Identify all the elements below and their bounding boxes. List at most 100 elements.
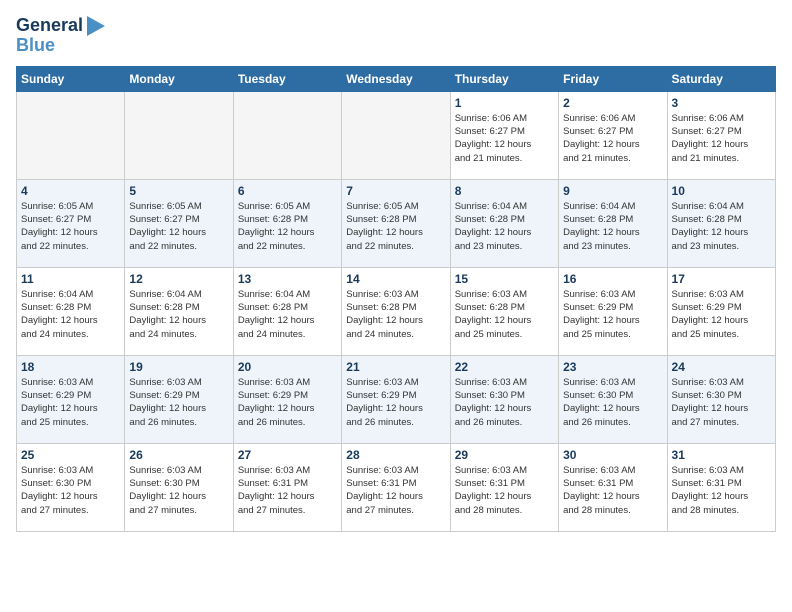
day-number: 7 [346,184,445,198]
day-info: Sunrise: 6:04 AMSunset: 6:28 PMDaylight:… [563,200,662,253]
calendar-cell: 10 Sunrise: 6:04 AMSunset: 6:28 PMDayligh… [667,179,775,267]
day-info: Sunrise: 6:04 AMSunset: 6:28 PMDaylight:… [129,288,228,341]
day-number: 12 [129,272,228,286]
day-number: 24 [672,360,771,374]
calendar-week-1: 4 Sunrise: 6:05 AMSunset: 6:27 PMDaylight… [17,179,776,267]
calendar-cell: 18 Sunrise: 6:03 AMSunset: 6:29 PMDayligh… [17,355,125,443]
day-info: Sunrise: 6:03 AMSunset: 6:29 PMDaylight:… [672,288,771,341]
calendar-cell: 22 Sunrise: 6:03 AMSunset: 6:30 PMDayligh… [450,355,558,443]
calendar-header-wednesday: Wednesday [342,66,450,91]
day-number: 18 [21,360,120,374]
day-number: 10 [672,184,771,198]
calendar-week-0: 1 Sunrise: 6:06 AMSunset: 6:27 PMDaylight… [17,91,776,179]
day-number: 23 [563,360,662,374]
calendar-cell: 24 Sunrise: 6:03 AMSunset: 6:30 PMDayligh… [667,355,775,443]
day-number: 27 [238,448,337,462]
calendar-cell: 25 Sunrise: 6:03 AMSunset: 6:30 PMDayligh… [17,443,125,531]
day-info: Sunrise: 6:03 AMSunset: 6:29 PMDaylight:… [238,376,337,429]
calendar-cell: 17Sunrise: 6:03 AMSunset: 6:29 PMDayligh… [667,267,775,355]
day-number: 20 [238,360,337,374]
day-info: Sunrise: 6:06 AMSunset: 6:27 PMDaylight:… [672,112,771,165]
day-info: Sunrise: 6:03 AMSunset: 6:30 PMDaylight:… [21,464,120,517]
calendar-cell: 30Sunrise: 6:03 AMSunset: 6:31 PMDayligh… [559,443,667,531]
day-number: 6 [238,184,337,198]
day-info: Sunrise: 6:03 AMSunset: 6:30 PMDaylight:… [455,376,554,429]
day-number: 26 [129,448,228,462]
day-info: Sunrise: 6:06 AMSunset: 6:27 PMDaylight:… [563,112,662,165]
page-header: General Blue [16,16,776,56]
day-info: Sunrise: 6:03 AMSunset: 6:28 PMDaylight:… [455,288,554,341]
day-info: Sunrise: 6:03 AMSunset: 6:30 PMDaylight:… [129,464,228,517]
calendar-cell [342,91,450,179]
day-number: 4 [21,184,120,198]
calendar-header-friday: Friday [559,66,667,91]
calendar-cell [17,91,125,179]
calendar-table: SundayMondayTuesdayWednesdayThursdayFrid… [16,66,776,532]
calendar-cell: 20 Sunrise: 6:03 AMSunset: 6:29 PMDayligh… [233,355,341,443]
calendar-header-monday: Monday [125,66,233,91]
day-info: Sunrise: 6:04 AMSunset: 6:28 PMDaylight:… [455,200,554,253]
logo-text-line2: Blue [16,36,55,56]
calendar-week-4: 25 Sunrise: 6:03 AMSunset: 6:30 PMDayligh… [17,443,776,531]
day-number: 1 [455,96,554,110]
calendar-cell: 6 Sunrise: 6:05 AMSunset: 6:28 PMDaylight… [233,179,341,267]
calendar-cell: 28 Sunrise: 6:03 AMSunset: 6:31 PMDayligh… [342,443,450,531]
calendar-cell: 15 Sunrise: 6:03 AMSunset: 6:28 PMDayligh… [450,267,558,355]
day-info: Sunrise: 6:03 AMSunset: 6:29 PMDaylight:… [346,376,445,429]
day-info: Sunrise: 6:05 AMSunset: 6:28 PMDaylight:… [346,200,445,253]
calendar-cell: 2 Sunrise: 6:06 AMSunset: 6:27 PMDaylight… [559,91,667,179]
day-number: 21 [346,360,445,374]
day-number: 31 [672,448,771,462]
day-number: 11 [21,272,120,286]
day-info: Sunrise: 6:03 AMSunset: 6:30 PMDaylight:… [563,376,662,429]
calendar-cell: 9Sunrise: 6:04 AMSunset: 6:28 PMDaylight… [559,179,667,267]
day-info: Sunrise: 6:03 AMSunset: 6:31 PMDaylight:… [238,464,337,517]
calendar-cell: 4 Sunrise: 6:05 AMSunset: 6:27 PMDaylight… [17,179,125,267]
day-info: Sunrise: 6:05 AMSunset: 6:27 PMDaylight:… [21,200,120,253]
logo-arrow-icon [87,16,105,36]
day-number: 29 [455,448,554,462]
day-number: 14 [346,272,445,286]
day-info: Sunrise: 6:03 AMSunset: 6:28 PMDaylight:… [346,288,445,341]
calendar-cell: 21 Sunrise: 6:03 AMSunset: 6:29 PMDayligh… [342,355,450,443]
day-number: 5 [129,184,228,198]
calendar-header-sunday: Sunday [17,66,125,91]
day-info: Sunrise: 6:04 AMSunset: 6:28 PMDaylight:… [672,200,771,253]
day-info: Sunrise: 6:03 AMSunset: 6:31 PMDaylight:… [455,464,554,517]
calendar-cell: 14 Sunrise: 6:03 AMSunset: 6:28 PMDayligh… [342,267,450,355]
day-info: Sunrise: 6:03 AMSunset: 6:30 PMDaylight:… [672,376,771,429]
calendar-header-row: SundayMondayTuesdayWednesdayThursdayFrid… [17,66,776,91]
day-info: Sunrise: 6:03 AMSunset: 6:31 PMDaylight:… [672,464,771,517]
calendar-cell: 27 Sunrise: 6:03 AMSunset: 6:31 PMDayligh… [233,443,341,531]
day-info: Sunrise: 6:03 AMSunset: 6:29 PMDaylight:… [129,376,228,429]
calendar-cell: 5 Sunrise: 6:05 AMSunset: 6:27 PMDaylight… [125,179,233,267]
day-number: 15 [455,272,554,286]
calendar-week-2: 11 Sunrise: 6:04 AMSunset: 6:28 PMDayligh… [17,267,776,355]
day-number: 8 [455,184,554,198]
day-info: Sunrise: 6:06 AMSunset: 6:27 PMDaylight:… [455,112,554,165]
day-number: 3 [672,96,771,110]
calendar-cell: 19 Sunrise: 6:03 AMSunset: 6:29 PMDayligh… [125,355,233,443]
day-info: Sunrise: 6:03 AMSunset: 6:31 PMDaylight:… [346,464,445,517]
day-info: Sunrise: 6:03 AMSunset: 6:29 PMDaylight:… [563,288,662,341]
calendar-cell: 23 Sunrise: 6:03 AMSunset: 6:30 PMDayligh… [559,355,667,443]
day-info: Sunrise: 6:05 AMSunset: 6:27 PMDaylight:… [129,200,228,253]
calendar-cell: 11 Sunrise: 6:04 AMSunset: 6:28 PMDayligh… [17,267,125,355]
day-number: 13 [238,272,337,286]
day-number: 19 [129,360,228,374]
day-info: Sunrise: 6:04 AMSunset: 6:28 PMDaylight:… [21,288,120,341]
calendar-cell [125,91,233,179]
day-number: 22 [455,360,554,374]
calendar-cell: 7 Sunrise: 6:05 AMSunset: 6:28 PMDaylight… [342,179,450,267]
day-number: 30 [563,448,662,462]
day-number: 25 [21,448,120,462]
day-info: Sunrise: 6:05 AMSunset: 6:28 PMDaylight:… [238,200,337,253]
day-number: 2 [563,96,662,110]
calendar-cell: 29 Sunrise: 6:03 AMSunset: 6:31 PMDayligh… [450,443,558,531]
day-number: 28 [346,448,445,462]
calendar-cell: 1 Sunrise: 6:06 AMSunset: 6:27 PMDaylight… [450,91,558,179]
day-info: Sunrise: 6:03 AMSunset: 6:29 PMDaylight:… [21,376,120,429]
logo: General Blue [16,16,105,56]
logo-text-line1: General [16,16,83,36]
day-number: 16 [563,272,662,286]
